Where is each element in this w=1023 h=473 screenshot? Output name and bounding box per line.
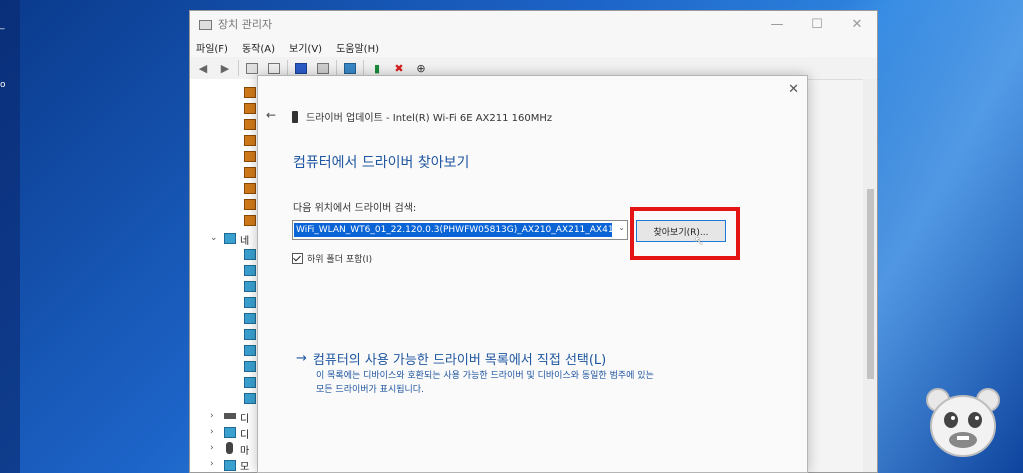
pick-from-list-description: 이 목록에는 디바이스와 호환되는 사용 가능한 드라이버 및 디바이스와 동일… bbox=[316, 369, 776, 397]
dialog-header-title: 드라이버 업데이트 - Intel(R) Wi-Fi 6E AX211 160M… bbox=[306, 113, 553, 124]
network-adapter-icon[interactable] bbox=[244, 361, 256, 372]
back-arrow-icon[interactable]: ◀ bbox=[194, 60, 212, 76]
device-warning-icon[interactable] bbox=[244, 135, 256, 146]
device-warning-icon[interactable] bbox=[244, 87, 256, 98]
network-adapter-icon[interactable] bbox=[244, 297, 256, 308]
mouse-icon[interactable] bbox=[226, 442, 233, 454]
pick-from-list-text[interactable]: 컴퓨터의 사용 가능한 드라이버 목록에서 직접 선택(L) bbox=[313, 349, 606, 368]
disk-drive-icon[interactable] bbox=[224, 413, 236, 419]
network-adapter-icon[interactable] bbox=[244, 345, 256, 356]
device-warning-icon[interactable] bbox=[244, 103, 256, 114]
device-manager-icon bbox=[198, 18, 212, 30]
close-icon[interactable]: ✕ bbox=[837, 17, 877, 32]
desktop-fragment: _ bbox=[0, 20, 5, 30]
include-subfolders-row[interactable]: 하위 폴더 포함(I) bbox=[292, 252, 372, 265]
chevron-down-icon[interactable]: ⌄ bbox=[618, 223, 625, 232]
download-circle-icon[interactable]: ⊕ bbox=[412, 60, 430, 76]
tree-label-mouse[interactable]: 마 bbox=[240, 442, 249, 457]
vertical-scrollbar[interactable] bbox=[863, 79, 877, 472]
chevron-right-icon[interactable]: › bbox=[210, 427, 214, 437]
toolbar-divider bbox=[336, 60, 337, 76]
toolbar-divider bbox=[287, 60, 288, 76]
tree-label-network[interactable]: 네 bbox=[240, 232, 249, 247]
network-adapter-icon[interactable] bbox=[244, 249, 256, 260]
include-subfolders-checkbox[interactable] bbox=[292, 253, 303, 264]
device-warning-icon[interactable] bbox=[244, 167, 256, 178]
close-icon[interactable]: ✕ bbox=[788, 82, 799, 97]
network-card-icon bbox=[292, 110, 298, 123]
highlight-annotation-box bbox=[630, 207, 740, 260]
network-adapters-icon[interactable] bbox=[224, 233, 236, 244]
display-icon[interactable] bbox=[224, 427, 236, 438]
device-warning-icon[interactable] bbox=[244, 215, 256, 226]
network-adapter-icon[interactable] bbox=[244, 313, 256, 324]
scrollbar-thumb[interactable] bbox=[867, 189, 874, 379]
menu-view[interactable]: 보기(V) bbox=[289, 40, 322, 55]
tree-label-display[interactable]: 디 bbox=[240, 426, 249, 441]
network-adapter-icon[interactable] bbox=[244, 329, 256, 340]
uninstall-x-icon[interactable]: ✖ bbox=[390, 60, 408, 76]
help-icon[interactable] bbox=[292, 60, 310, 76]
monitor-device-icon[interactable] bbox=[224, 460, 236, 471]
mouse-cursor-icon: ↖ bbox=[694, 234, 705, 248]
chevron-right-icon[interactable]: › bbox=[210, 443, 214, 453]
include-subfolders-label[interactable]: 하위 폴더 포함(I) bbox=[307, 252, 372, 265]
network-adapter-icon[interactable] bbox=[244, 281, 256, 292]
chevron-right-icon[interactable]: › bbox=[210, 411, 214, 421]
minimize-icon[interactable]: — bbox=[757, 17, 797, 32]
pick-description-line: 모든 드라이버가 표시됩니다. bbox=[316, 385, 424, 395]
driver-path-combobox[interactable]: WiFi_WLAN_WT6_01_22.120.0.3(PHWFW05813G)… bbox=[292, 220, 628, 240]
update-driver-dialog: ✕ ← 드라이버 업데이트 - Intel(R) Wi-Fi 6E AX211 … bbox=[257, 75, 808, 473]
chevron-down-icon[interactable]: ⌄ bbox=[210, 233, 218, 243]
network-adapter-icon[interactable] bbox=[244, 265, 256, 276]
grid-icon[interactable] bbox=[314, 60, 332, 76]
document-icon[interactable] bbox=[265, 60, 283, 76]
maximize-icon[interactable]: ☐ bbox=[797, 17, 837, 32]
device-warning-icon[interactable] bbox=[244, 183, 256, 194]
tree-label-monitor[interactable]: 모 bbox=[240, 458, 249, 473]
desktop-fragment: o bbox=[0, 80, 6, 90]
titlebar: 장치 관리자 — ☐ ✕ bbox=[190, 11, 877, 37]
chevron-right-icon[interactable]: › bbox=[210, 459, 214, 469]
search-location-label: 다음 위치에서 드라이버 검색: bbox=[293, 203, 417, 214]
device-tree: ⌄ 네 › 디 › 디 › 마 › 모 bbox=[190, 79, 259, 473]
network-adapter-icon[interactable] bbox=[244, 393, 256, 404]
back-arrow-icon[interactable]: ← bbox=[266, 108, 276, 122]
device-warning-icon[interactable] bbox=[244, 119, 256, 130]
forward-arrow-icon[interactable]: ▶ bbox=[216, 60, 234, 76]
update-driver-icon[interactable]: ▮ bbox=[368, 60, 386, 76]
window-title: 장치 관리자 bbox=[218, 18, 273, 31]
menu-file[interactable]: 파일(F) bbox=[196, 40, 228, 55]
menu-action[interactable]: 동작(A) bbox=[242, 40, 275, 55]
pick-description-line: 이 목록에는 디바이스와 호환되는 사용 가능한 드라이버 및 디바이스와 동일… bbox=[316, 371, 654, 381]
network-adapter-icon[interactable] bbox=[244, 377, 256, 388]
device-warning-icon[interactable] bbox=[244, 151, 256, 162]
toolbar-divider bbox=[238, 60, 239, 76]
monitor-icon[interactable] bbox=[341, 60, 359, 76]
pick-from-list-link[interactable]: → 컴퓨터의 사용 가능한 드라이버 목록에서 직접 선택(L) bbox=[296, 349, 606, 368]
properties-icon[interactable] bbox=[243, 60, 261, 76]
arrow-right-icon: → bbox=[296, 351, 307, 366]
dialog-heading: 컴퓨터에서 드라이버 찾아보기 bbox=[293, 155, 470, 171]
tree-label-disk[interactable]: 디 bbox=[240, 410, 249, 425]
driver-path-value[interactable]: WiFi_WLAN_WT6_01_22.120.0.3(PHWFW05813G)… bbox=[294, 223, 612, 237]
menubar: 파일(F) 동작(A) 보기(V) 도움말(H) bbox=[190, 37, 877, 57]
device-warning-icon[interactable] bbox=[244, 199, 256, 210]
desktop-left-strip bbox=[0, 0, 20, 473]
dialog-header: 드라이버 업데이트 - Intel(R) Wi-Fi 6E AX211 160M… bbox=[292, 109, 552, 124]
menu-help[interactable]: 도움말(H) bbox=[336, 40, 379, 55]
bear-mascot-watermark bbox=[926, 388, 1000, 457]
toolbar-divider bbox=[363, 60, 364, 76]
